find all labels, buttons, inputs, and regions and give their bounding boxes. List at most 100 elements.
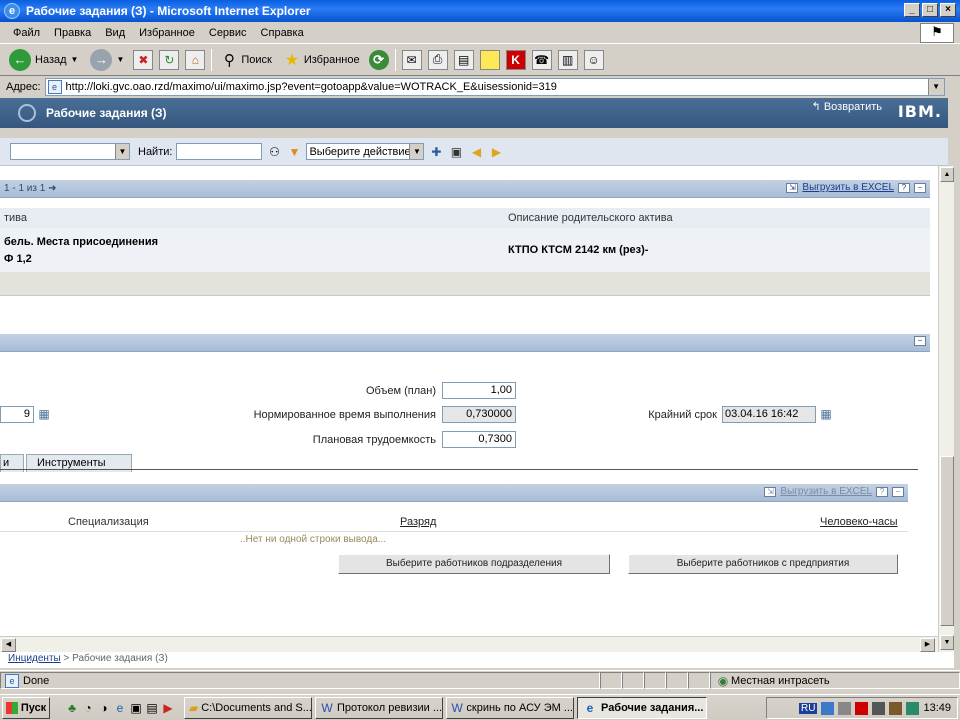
table-row[interactable]: бель. Места присоединения Ф 1,2 КТПО КТС… xyxy=(0,228,930,272)
research-icon[interactable]: ▥ xyxy=(557,49,578,70)
calendar-icon[interactable]: ▦ xyxy=(818,406,834,422)
next-arrow-icon[interactable]: ▶ xyxy=(488,144,504,160)
next-page-icon[interactable]: ➜ xyxy=(48,183,56,194)
quicklaunch-icon[interactable]: ◑ xyxy=(96,700,112,716)
menu-tools[interactable]: Сервис xyxy=(202,27,254,39)
save-icon[interactable]: ▣ xyxy=(448,144,464,160)
collapse-icon[interactable]: − xyxy=(914,336,926,346)
messenger-icon[interactable]: ☎ xyxy=(531,49,552,70)
address-bar: Адрес: e http://loki.gvc.oao.rzd/maximo/… xyxy=(0,77,960,97)
help-icon[interactable]: ? xyxy=(898,182,910,193)
back-arrow-icon: ← xyxy=(9,48,31,71)
scroll-thumb[interactable] xyxy=(940,456,954,626)
scroll-right-arrow-icon[interactable]: ▶ xyxy=(920,638,935,652)
edit-icon[interactable]: ▤ xyxy=(453,49,474,70)
task-button-word-1[interactable]: W Протокол ревизии ... xyxy=(315,696,443,719)
calendar-icon[interactable]: ▦ xyxy=(36,406,52,422)
column-man-hours[interactable]: Человеко-часы xyxy=(820,516,898,528)
new-record-icon[interactable]: ✚ xyxy=(428,144,444,160)
task-button-ie[interactable]: e Рабочие задания... xyxy=(577,696,707,719)
forward-button[interactable]: → ▼ xyxy=(87,47,127,73)
tray-icon[interactable] xyxy=(889,701,903,715)
close-button[interactable]: × xyxy=(940,3,956,17)
task-button-explorer[interactable]: ▰ C:\Documents and S... xyxy=(184,696,312,719)
network-icon[interactable] xyxy=(821,701,835,715)
deadline-field[interactable]: 03.04.16 16:42 xyxy=(722,406,816,423)
plan-section-bar: − xyxy=(0,334,930,352)
system-tray: RU 13:49 xyxy=(766,697,958,719)
stop-icon[interactable]: ✖ xyxy=(133,49,154,70)
status-pane: e Done xyxy=(0,672,600,689)
status-empty-pane xyxy=(622,672,644,689)
export-icon: ⇲ xyxy=(786,182,799,193)
menu-edit[interactable]: Правка xyxy=(47,27,98,39)
history-icon[interactable]: ⟳ xyxy=(368,49,389,70)
maximize-button[interactable]: □ xyxy=(922,3,938,17)
export-excel-link[interactable]: Выгрузить в EXCEL xyxy=(780,486,872,497)
quicklaunch-icon[interactable]: ▣ xyxy=(128,700,144,716)
return-link[interactable]: ↰ Возвратить xyxy=(812,100,882,113)
tray-icon[interactable] xyxy=(838,701,852,715)
volume-field[interactable]: 1,00 xyxy=(442,382,516,399)
tray-icon[interactable] xyxy=(872,701,886,715)
ie-quicklaunch-icon[interactable]: e xyxy=(112,700,128,716)
toolbar-divider xyxy=(211,48,213,71)
status-empty-pane xyxy=(688,672,710,689)
collapse-icon[interactable]: − xyxy=(914,182,926,193)
previous-arrow-icon[interactable]: ◀ xyxy=(468,144,484,160)
chevron-down-icon[interactable]: ▼ xyxy=(927,79,944,95)
horizontal-scrollbar[interactable]: ◀ ▶ xyxy=(0,636,938,652)
select-dept-workers-button[interactable]: Выберите работников подразделения xyxy=(338,554,610,574)
print-icon[interactable]: ⎙ xyxy=(427,49,448,70)
help-icon[interactable]: ? xyxy=(876,486,888,497)
labor-field[interactable]: 0,7300 xyxy=(442,431,516,448)
tree-icon[interactable]: ♣ xyxy=(64,700,80,716)
menu-file[interactable]: Файл xyxy=(6,27,47,39)
collapse-icon[interactable]: − xyxy=(892,486,904,497)
menu-view[interactable]: Вид xyxy=(98,27,132,39)
scroll-up-arrow-icon[interactable]: ▲ xyxy=(940,167,954,182)
kaspersky-tray-icon[interactable] xyxy=(855,701,869,715)
forward-arrow-icon: → xyxy=(90,48,113,71)
action-select[interactable]: Выберите действие ▼ xyxy=(306,143,425,160)
folder-icon: ▰ xyxy=(189,700,199,715)
export-icon: ⇲ xyxy=(764,486,777,497)
quicklaunch-icon[interactable]: ◔ xyxy=(80,700,96,716)
minimize-button[interactable]: _ xyxy=(904,3,920,17)
asset-description-line2: Ф 1,2 xyxy=(4,253,32,265)
norm-time-field[interactable]: 0,730000 xyxy=(442,406,516,423)
users-icon[interactable]: ☺ xyxy=(583,49,604,70)
search-button[interactable]: ⚲ Поиск xyxy=(218,47,274,73)
binoculars-icon[interactable]: ⚇ xyxy=(266,144,282,160)
export-excel-link[interactable]: Выгрузить в EXCEL xyxy=(802,182,894,193)
mail-icon[interactable]: ✉ xyxy=(401,49,422,70)
tab-divider xyxy=(0,469,918,470)
breadcrumb-incidents-link[interactable]: Инциденты xyxy=(8,653,61,664)
menu-favorites[interactable]: Избранное xyxy=(132,27,202,39)
page-icon: e xyxy=(5,673,19,688)
menu-help[interactable]: Справка xyxy=(254,27,311,39)
media-icon[interactable]: ▶ xyxy=(160,700,176,716)
vertical-scrollbar[interactable]: ▲ ▼ xyxy=(938,166,954,652)
select-enterprise-workers-button[interactable]: Выберите работников с предприятия xyxy=(628,554,898,574)
language-indicator[interactable]: RU xyxy=(799,702,818,714)
quicklaunch-icon[interactable]: ▤ xyxy=(144,700,160,716)
note-icon[interactable] xyxy=(479,49,500,70)
home-icon[interactable]: ⌂ xyxy=(185,49,206,70)
back-button[interactable]: ← Назад ▼ xyxy=(6,47,81,73)
tray-icon[interactable] xyxy=(906,701,920,715)
intranet-icon: ◉ xyxy=(717,673,729,688)
find-input[interactable] xyxy=(176,143,263,160)
start-button[interactable]: Пуск xyxy=(2,696,50,719)
left-field[interactable]: 9 xyxy=(0,406,34,423)
address-input[interactable]: e http://loki.gvc.oao.rzd/maximo/ui/maxi… xyxy=(44,78,945,96)
task-button-word-2[interactable]: W скринь по АСУ ЭМ ... xyxy=(446,696,574,719)
kaspersky-icon[interactable]: K xyxy=(505,49,526,70)
column-grade[interactable]: Разряд xyxy=(400,516,436,528)
favorites-button[interactable]: ★ Избранное xyxy=(281,47,363,73)
scroll-left-arrow-icon[interactable]: ◀ xyxy=(1,638,16,652)
clock[interactable]: 13:49 xyxy=(923,702,951,714)
scroll-down-arrow-icon[interactable]: ▼ xyxy=(940,635,954,650)
refresh-icon[interactable]: ↻ xyxy=(159,49,180,70)
query-select[interactable]: ▼ xyxy=(10,143,130,160)
